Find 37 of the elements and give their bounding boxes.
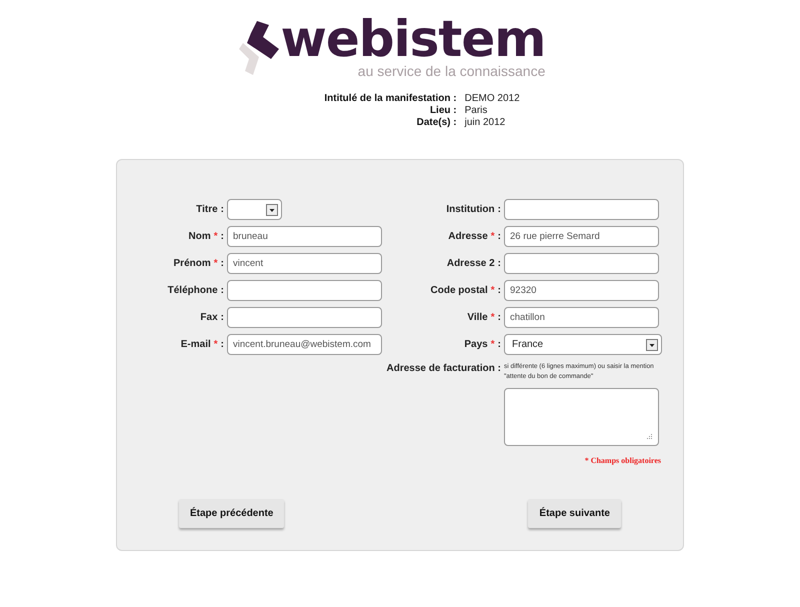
- event-value: Paris: [464, 105, 488, 117]
- field-label: Pays * :: [463, 339, 502, 350]
- event-value: DEMO 2012: [464, 93, 520, 105]
- field-label: Fax :: [199, 312, 225, 323]
- field-label: Adresse 2 :: [446, 258, 502, 269]
- field-label: Code postal * :: [430, 285, 502, 296]
- logo-text: webistem: [280, 16, 546, 62]
- dropdown[interactable]: France: [504, 334, 662, 355]
- field-label: Prénom * :: [172, 258, 225, 269]
- event-label: Lieu :: [428, 105, 457, 117]
- input-field[interactable]: [227, 307, 382, 328]
- input-field[interactable]: [504, 199, 659, 220]
- field-label: Titre :: [195, 204, 225, 215]
- field-label: Ville * :: [466, 312, 502, 323]
- field-label: E-mail * :: [180, 339, 225, 350]
- field-label: Institution :: [445, 204, 502, 215]
- next-button[interactable]: Étape suivante: [528, 499, 621, 528]
- input-field[interactable]: 26 rue pierre Semard: [504, 226, 659, 247]
- input-field[interactable]: [504, 253, 659, 274]
- event-value: juin 2012: [464, 117, 506, 129]
- previous-button[interactable]: Étape précédente: [179, 499, 284, 528]
- dropdown[interactable]: [227, 199, 282, 220]
- input-field[interactable]: [227, 280, 382, 301]
- field-label: Téléphone :: [166, 285, 225, 296]
- field-label: Adresse de facturation :: [386, 362, 502, 374]
- text-area[interactable]: [504, 388, 659, 446]
- event-label: Date(s) :: [416, 117, 457, 129]
- event-label: Intitulé de la manifestation :: [324, 93, 457, 105]
- input-field[interactable]: chatillon: [504, 307, 659, 328]
- field-label: Adresse * :: [447, 231, 502, 242]
- input-field[interactable]: bruneau: [227, 226, 382, 247]
- input-field[interactable]: vincent.bruneau@webistem.com: [227, 334, 382, 355]
- input-field[interactable]: vincent: [227, 253, 382, 274]
- logo-tagline: au service de la connaissance: [358, 63, 546, 79]
- field-label: Nom * :: [188, 231, 225, 242]
- input-field[interactable]: 92320: [504, 280, 659, 301]
- required-note: * Champs obligatoires: [584, 456, 661, 465]
